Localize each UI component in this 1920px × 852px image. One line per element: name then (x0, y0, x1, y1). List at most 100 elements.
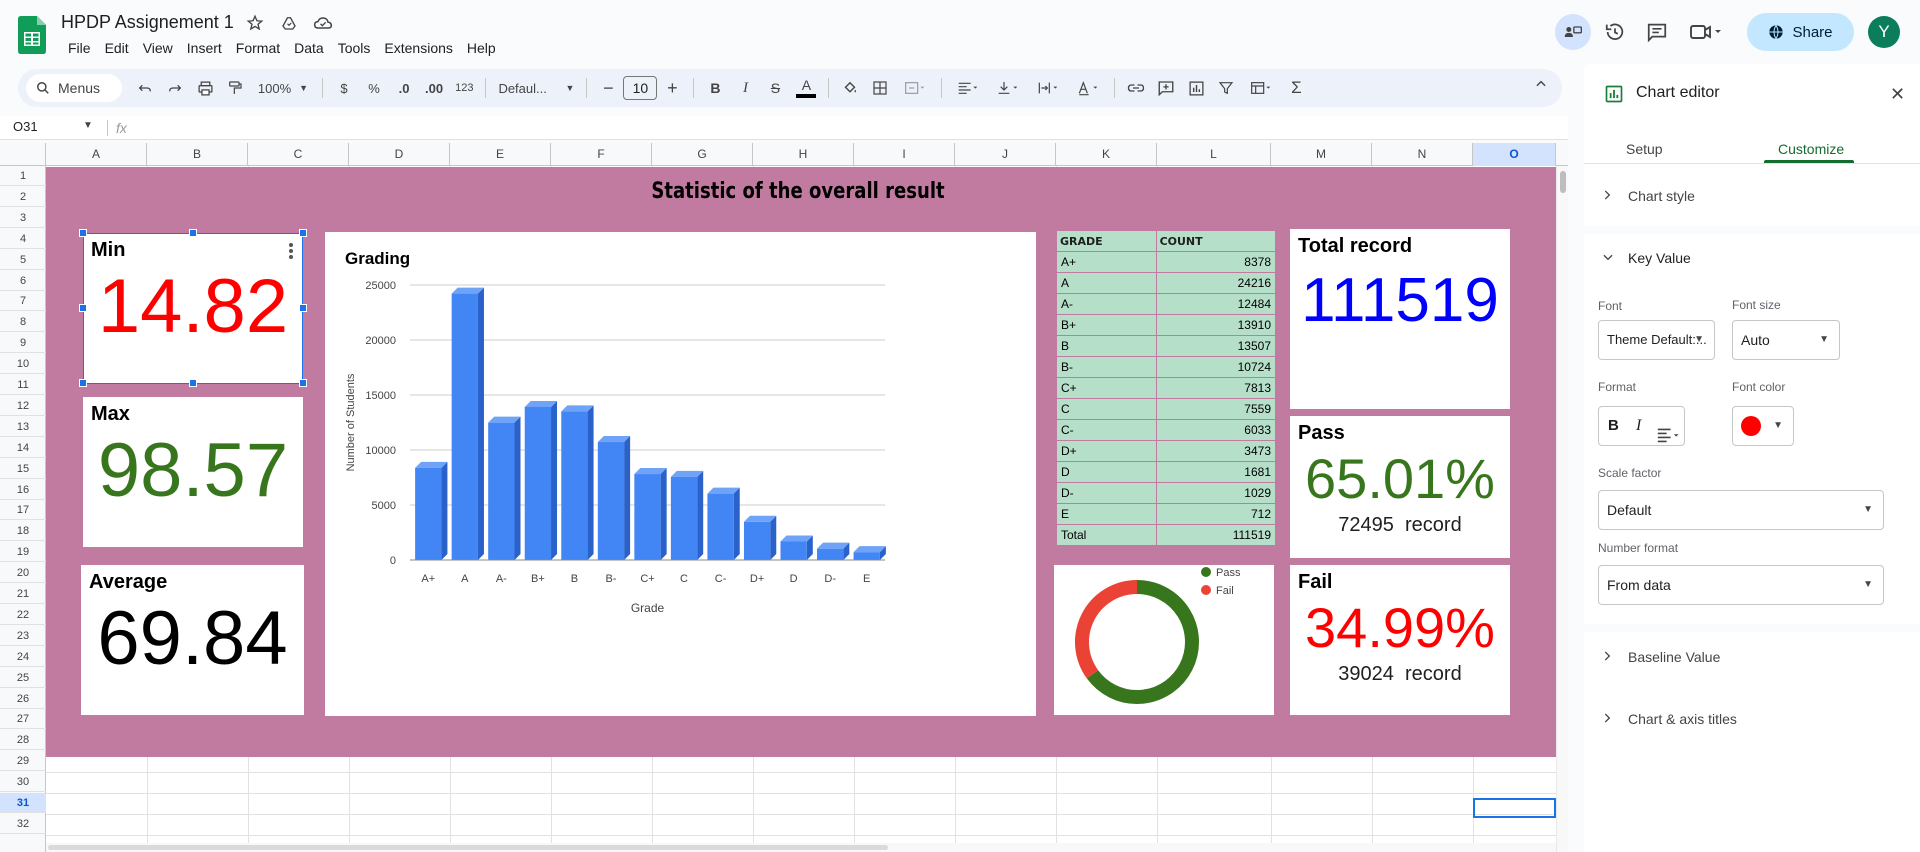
caret-down-icon[interactable]: ▼ (83, 120, 93, 131)
grade-cell[interactable]: D+ (1056, 440, 1157, 462)
section-key-value[interactable]: Key Value (1584, 238, 1920, 278)
insert-comment-icon[interactable] (1153, 76, 1179, 100)
row-header-20[interactable]: 20 (0, 563, 46, 584)
resize-handle[interactable] (189, 379, 197, 387)
total-record-card[interactable]: Total record 111519 (1290, 229, 1510, 409)
row-header-17[interactable]: 17 (0, 500, 46, 521)
row-header-27[interactable]: 27 (0, 709, 46, 730)
column-header-a[interactable]: A (46, 143, 147, 166)
row-header-22[interactable]: 22 (0, 605, 46, 625)
column-header-b[interactable]: B (147, 143, 248, 166)
sheets-logo-icon[interactable] (18, 16, 46, 54)
row-header-11[interactable]: 11 (0, 375, 46, 395)
vertical-scrollbar[interactable] (1556, 166, 1568, 852)
borders-icon[interactable] (867, 76, 893, 100)
section-baseline-value[interactable]: Baseline Value (1584, 637, 1920, 677)
resize-handle[interactable] (299, 229, 307, 237)
grade-cell[interactable]: B- (1056, 356, 1157, 378)
share-button[interactable]: Share (1747, 13, 1854, 51)
column-header-g[interactable]: G (652, 143, 753, 166)
row-header-14[interactable]: 14 (0, 438, 46, 458)
fill-color-icon[interactable] (837, 76, 863, 100)
gemini-sidebar-icon[interactable] (1555, 14, 1591, 50)
menu-tools[interactable]: Tools (331, 39, 378, 57)
column-header-c[interactable]: C (248, 143, 349, 166)
column-header-k[interactable]: K (1056, 143, 1157, 166)
row-header-16[interactable]: 16 (0, 480, 46, 500)
menu-view[interactable]: View (136, 39, 180, 57)
merge-cells-icon[interactable] (897, 76, 933, 100)
grade-cell[interactable]: A+ (1056, 251, 1157, 273)
average-card[interactable]: Average 69.84 (81, 565, 304, 715)
horizontal-align-icon[interactable] (950, 76, 986, 100)
grade-cell[interactable]: A (1056, 272, 1157, 294)
more-formats-button[interactable]: 123 (451, 76, 477, 100)
row-header-29[interactable]: 29 (0, 751, 46, 772)
max-card[interactable]: Max 98.57 (83, 397, 303, 547)
version-history-icon[interactable] (1597, 14, 1633, 50)
currency-format-button[interactable]: $ (331, 76, 357, 100)
section-chart-axis-titles[interactable]: Chart & axis titles (1584, 699, 1920, 739)
column-header-j[interactable]: J (955, 143, 1056, 166)
column-header-m[interactable]: M (1271, 143, 1372, 166)
percent-format-button[interactable]: % (361, 76, 387, 100)
vertical-scrollbar-thumb[interactable] (1560, 171, 1566, 193)
insert-link-icon[interactable] (1123, 76, 1149, 100)
functions-icon[interactable]: Σ (1283, 76, 1309, 100)
row-header-21[interactable]: 21 (0, 584, 46, 604)
increase-decimal-button[interactable]: .00 (421, 76, 447, 100)
row-header-2[interactable]: 2 (0, 187, 46, 207)
grade-cell[interactable]: D (1056, 461, 1157, 483)
number-format-dropdown[interactable]: From data ▼ (1598, 565, 1884, 605)
row-header-6[interactable]: 6 (0, 271, 46, 291)
count-cell[interactable]: 12484 (1155, 293, 1277, 315)
star-icon[interactable] (244, 12, 266, 34)
section-chart-style[interactable]: Chart style (1584, 176, 1920, 216)
grade-cell[interactable]: C- (1056, 419, 1157, 441)
count-cell[interactable]: 13507 (1155, 335, 1277, 357)
text-wrapping-icon[interactable] (1030, 76, 1066, 100)
row-header-18[interactable]: 18 (0, 521, 46, 542)
resize-handle[interactable] (79, 304, 87, 312)
count-cell[interactable]: 712 (1155, 503, 1277, 525)
row-header-31[interactable]: 31 (0, 793, 46, 813)
font-dropdown[interactable]: Theme Default:... ▼ (1598, 320, 1715, 360)
column-header-l[interactable]: L (1157, 143, 1271, 166)
menu-extensions[interactable]: Extensions (377, 39, 459, 57)
strikethrough-icon[interactable]: S (762, 76, 788, 100)
tab-customize[interactable]: Customize (1778, 141, 1844, 157)
grade-count-table[interactable]: GRADE COUNT A+ 8378 A 24216 A- 12484 B+ 13910 B 135… (1056, 230, 1277, 546)
text-rotation-icon[interactable] (1070, 76, 1106, 100)
name-box[interactable]: O31 (13, 119, 38, 134)
column-header-o[interactable]: O (1473, 143, 1556, 166)
resize-handle[interactable] (79, 379, 87, 387)
count-cell[interactable]: 1029 (1155, 482, 1277, 504)
row-header-5[interactable]: 5 (0, 250, 46, 270)
row-header-25[interactable]: 25 (0, 668, 46, 688)
horizontal-scrollbar[interactable] (46, 843, 1556, 852)
undo-icon[interactable] (132, 76, 158, 100)
column-header-i[interactable]: I (854, 143, 955, 166)
row-header-28[interactable]: 28 (0, 730, 46, 751)
insert-chart-icon[interactable] (1183, 76, 1209, 100)
count-cell[interactable]: 24216 (1155, 272, 1277, 294)
italic-icon[interactable]: I (1636, 407, 1641, 445)
row-header-10[interactable]: 10 (0, 354, 46, 375)
row-header-32[interactable]: 32 (0, 814, 46, 834)
italic-icon[interactable]: I (732, 76, 758, 100)
filter-icon[interactable] (1213, 76, 1239, 100)
scale-factor-dropdown[interactable]: Default ▼ (1598, 490, 1884, 530)
grade-cell[interactable]: C (1056, 398, 1157, 420)
grade-cell[interactable]: E (1056, 503, 1157, 525)
menu-format[interactable]: Format (229, 39, 287, 57)
print-icon[interactable] (192, 76, 218, 100)
bold-icon[interactable]: B (1608, 407, 1619, 445)
column-header-d[interactable]: D (349, 143, 450, 166)
menu-help[interactable]: Help (460, 39, 503, 57)
count-cell[interactable]: 3473 (1155, 440, 1277, 462)
decrease-font-size-button[interactable]: − (595, 76, 621, 100)
cloud-saved-icon[interactable] (312, 12, 334, 34)
document-title[interactable]: HPDP Assignement 1 (61, 12, 234, 33)
resize-handle[interactable] (299, 304, 307, 312)
row-header-1[interactable]: 1 (0, 166, 46, 186)
